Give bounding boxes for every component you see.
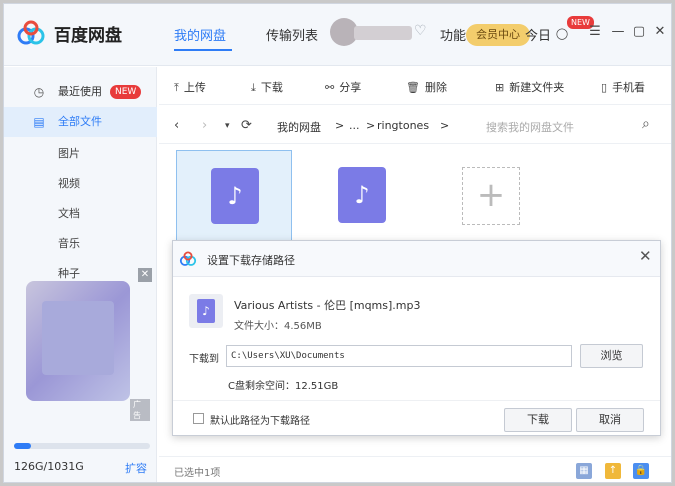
- menu-icon[interactable]: ☰: [587, 24, 603, 40]
- cancel-button[interactable]: 取消: [576, 408, 644, 432]
- download-to-label: 下载到: [189, 354, 219, 365]
- breadcrumb-separator: >: [335, 119, 345, 132]
- breadcrumb-separator: >: [440, 119, 450, 132]
- new-folder-button[interactable]: ⊞ 新建文件夹: [495, 79, 564, 95]
- download-icon: ⤓: [251, 81, 256, 94]
- sidebar-item-docs[interactable]: 文档: [58, 205, 80, 221]
- close-icon[interactable]: ✕: [652, 24, 668, 40]
- grid-view-icon[interactable]: ▦: [576, 463, 592, 479]
- refresh-icon[interactable]: ⟳: [241, 118, 252, 133]
- download-button[interactable]: 下载: [504, 408, 572, 432]
- storage-quota-fill: [14, 443, 31, 449]
- share-icon: ⚯: [325, 81, 335, 94]
- sidebar-item-images[interactable]: 图片: [58, 145, 80, 161]
- maximize-icon[interactable]: ▢: [631, 24, 647, 40]
- phone-icon: ▯: [601, 81, 608, 94]
- upload-label: 上传: [183, 81, 206, 94]
- ad-tag: 广告: [130, 399, 150, 421]
- sidebar-item-label: 全部文件: [58, 115, 102, 128]
- file-name: Various Artists - 伦巴 [mqms].mp3: [234, 299, 421, 312]
- breadcrumb-my-netdisk[interactable]: 我的网盘: [277, 119, 321, 135]
- trash-icon: 🗑: [406, 81, 420, 94]
- expand-storage-link[interactable]: 扩容: [125, 460, 147, 476]
- heart-icon[interactable]: ♡: [414, 23, 427, 39]
- sidebar-item-label: 最近使用: [58, 85, 102, 98]
- breadcrumb-ringtones[interactable]: ringtones: [377, 119, 429, 132]
- delete-label: 删除: [424, 81, 447, 94]
- storage-quota-bar: [14, 443, 150, 449]
- default-path-checkbox[interactable]: [193, 413, 204, 424]
- download-button[interactable]: ⤓ 下载: [251, 79, 283, 95]
- phone-label: 手机看: [612, 81, 646, 94]
- document-icon: ▤: [33, 115, 45, 129]
- file-thumbnail: ♪: [189, 294, 223, 328]
- sidebar: ◷ 最近使用 NEW ▤ 全部文件 图片 视频 文档 音乐 种子 ✕ 广告 12…: [4, 67, 157, 482]
- default-path-label: 默认此路径为下载路径: [210, 416, 310, 427]
- promo-banner[interactable]: ✕ 广告: [10, 268, 152, 421]
- close-icon[interactable]: ✕: [639, 247, 652, 265]
- title-bar: 百度网盘 我的网盘 传输列表 ♡ 功能 会员中心 今日 NEW ◯ ☰ — ▢ …: [4, 4, 671, 66]
- folder-plus-icon: ⊞: [495, 81, 505, 94]
- download-label: 下载: [260, 81, 283, 94]
- skin-icon[interactable]: ◯: [554, 26, 570, 42]
- storage-quota-text: 126G/1031G: [14, 460, 84, 473]
- status-bar: 已选中1项 ▦ ↑ 🔒: [159, 456, 671, 482]
- file-tile-selected[interactable]: ♪: [176, 150, 292, 246]
- phone-view-button[interactable]: ▯ 手机看: [601, 79, 645, 95]
- upload-button[interactable]: ⤒ 上传: [174, 79, 206, 95]
- baidu-netdisk-logo-icon: [179, 251, 197, 266]
- breadcrumb-ellipsis[interactable]: ...: [349, 119, 360, 132]
- app-window: 百度网盘 我的网盘 传输列表 ♡ 功能 会员中心 今日 NEW ◯ ☰ — ▢ …: [3, 3, 672, 483]
- sidebar-item-all-files[interactable]: ▤ 全部文件: [4, 107, 157, 137]
- share-label: 分享: [339, 81, 362, 94]
- username-blurred: [354, 26, 412, 40]
- upload-status-icon[interactable]: ↑: [605, 463, 621, 479]
- dialog-header: 设置下载存储路径 ✕: [173, 241, 660, 277]
- history-dropdown-icon[interactable]: ▾: [225, 121, 230, 131]
- minimize-icon[interactable]: —: [610, 24, 626, 40]
- dialog-footer: 默认此路径为下载路径 下载 取消: [173, 400, 660, 436]
- music-file-icon: ♪: [338, 167, 386, 223]
- toolbar: ⤒ 上传 ⤓ 下载 ⚯ 分享 🗑 删除 ⊞ 新建文件夹 ▯ 手机看: [159, 67, 671, 105]
- tab-my-netdisk[interactable]: 我的网盘: [174, 25, 226, 44]
- new-badge: NEW: [110, 85, 142, 99]
- breadcrumb-separator: >: [366, 119, 376, 132]
- forward-icon[interactable]: ›: [202, 118, 207, 133]
- baidu-netdisk-logo-icon: [17, 20, 45, 45]
- file-size: 文件大小：4.56MB: [234, 321, 322, 332]
- file-tile[interactable]: ♪: [304, 150, 420, 246]
- vip-center-button[interactable]: 会员中心: [466, 24, 530, 46]
- music-file-icon: ♪: [197, 299, 215, 323]
- tab-features[interactable]: 功能: [440, 25, 466, 44]
- close-icon[interactable]: ✕: [138, 268, 152, 282]
- free-space-text: C盘剩余空间：12.51GB: [228, 381, 339, 392]
- lock-icon[interactable]: 🔒: [633, 463, 649, 479]
- active-tab-underline: [174, 49, 232, 51]
- sidebar-item-recent[interactable]: ◷ 最近使用 NEW: [4, 77, 157, 107]
- browse-button[interactable]: 浏览: [580, 344, 643, 368]
- dialog-title: 设置下载存储路径: [207, 254, 295, 267]
- search-icon[interactable]: ⌕: [642, 116, 650, 132]
- path-bar: ‹ › ▾ ⟳ 我的网盘 > ... > ringtones > 搜索我的网盘文…: [159, 106, 671, 144]
- upload-icon: ⤒: [174, 81, 179, 94]
- sidebar-item-videos[interactable]: 视频: [58, 175, 80, 191]
- clock-icon: ◷: [33, 85, 45, 99]
- add-file-button[interactable]: +: [462, 167, 520, 225]
- search-input[interactable]: 搜索我的网盘文件: [486, 119, 574, 135]
- share-button[interactable]: ⚯ 分享: [325, 79, 361, 95]
- sidebar-item-music[interactable]: 音乐: [58, 235, 80, 251]
- app-title: 百度网盘: [54, 26, 122, 46]
- back-icon[interactable]: ‹: [174, 118, 179, 133]
- download-path-input[interactable]: C:\Users\XU\Documents: [226, 345, 572, 367]
- download-path-dialog: 设置下载存储路径 ✕ ♪ Various Artists - 伦巴 [mqms]…: [172, 240, 661, 436]
- tab-today[interactable]: 今日: [525, 25, 551, 44]
- selection-status: 已选中1项: [174, 468, 221, 479]
- music-file-icon: ♪: [211, 168, 259, 224]
- delete-button[interactable]: 🗑 删除: [406, 79, 447, 95]
- promo-image-blurred: [42, 301, 114, 375]
- new-folder-label: 新建文件夹: [509, 81, 565, 94]
- tab-transfer-list[interactable]: 传输列表: [266, 25, 318, 44]
